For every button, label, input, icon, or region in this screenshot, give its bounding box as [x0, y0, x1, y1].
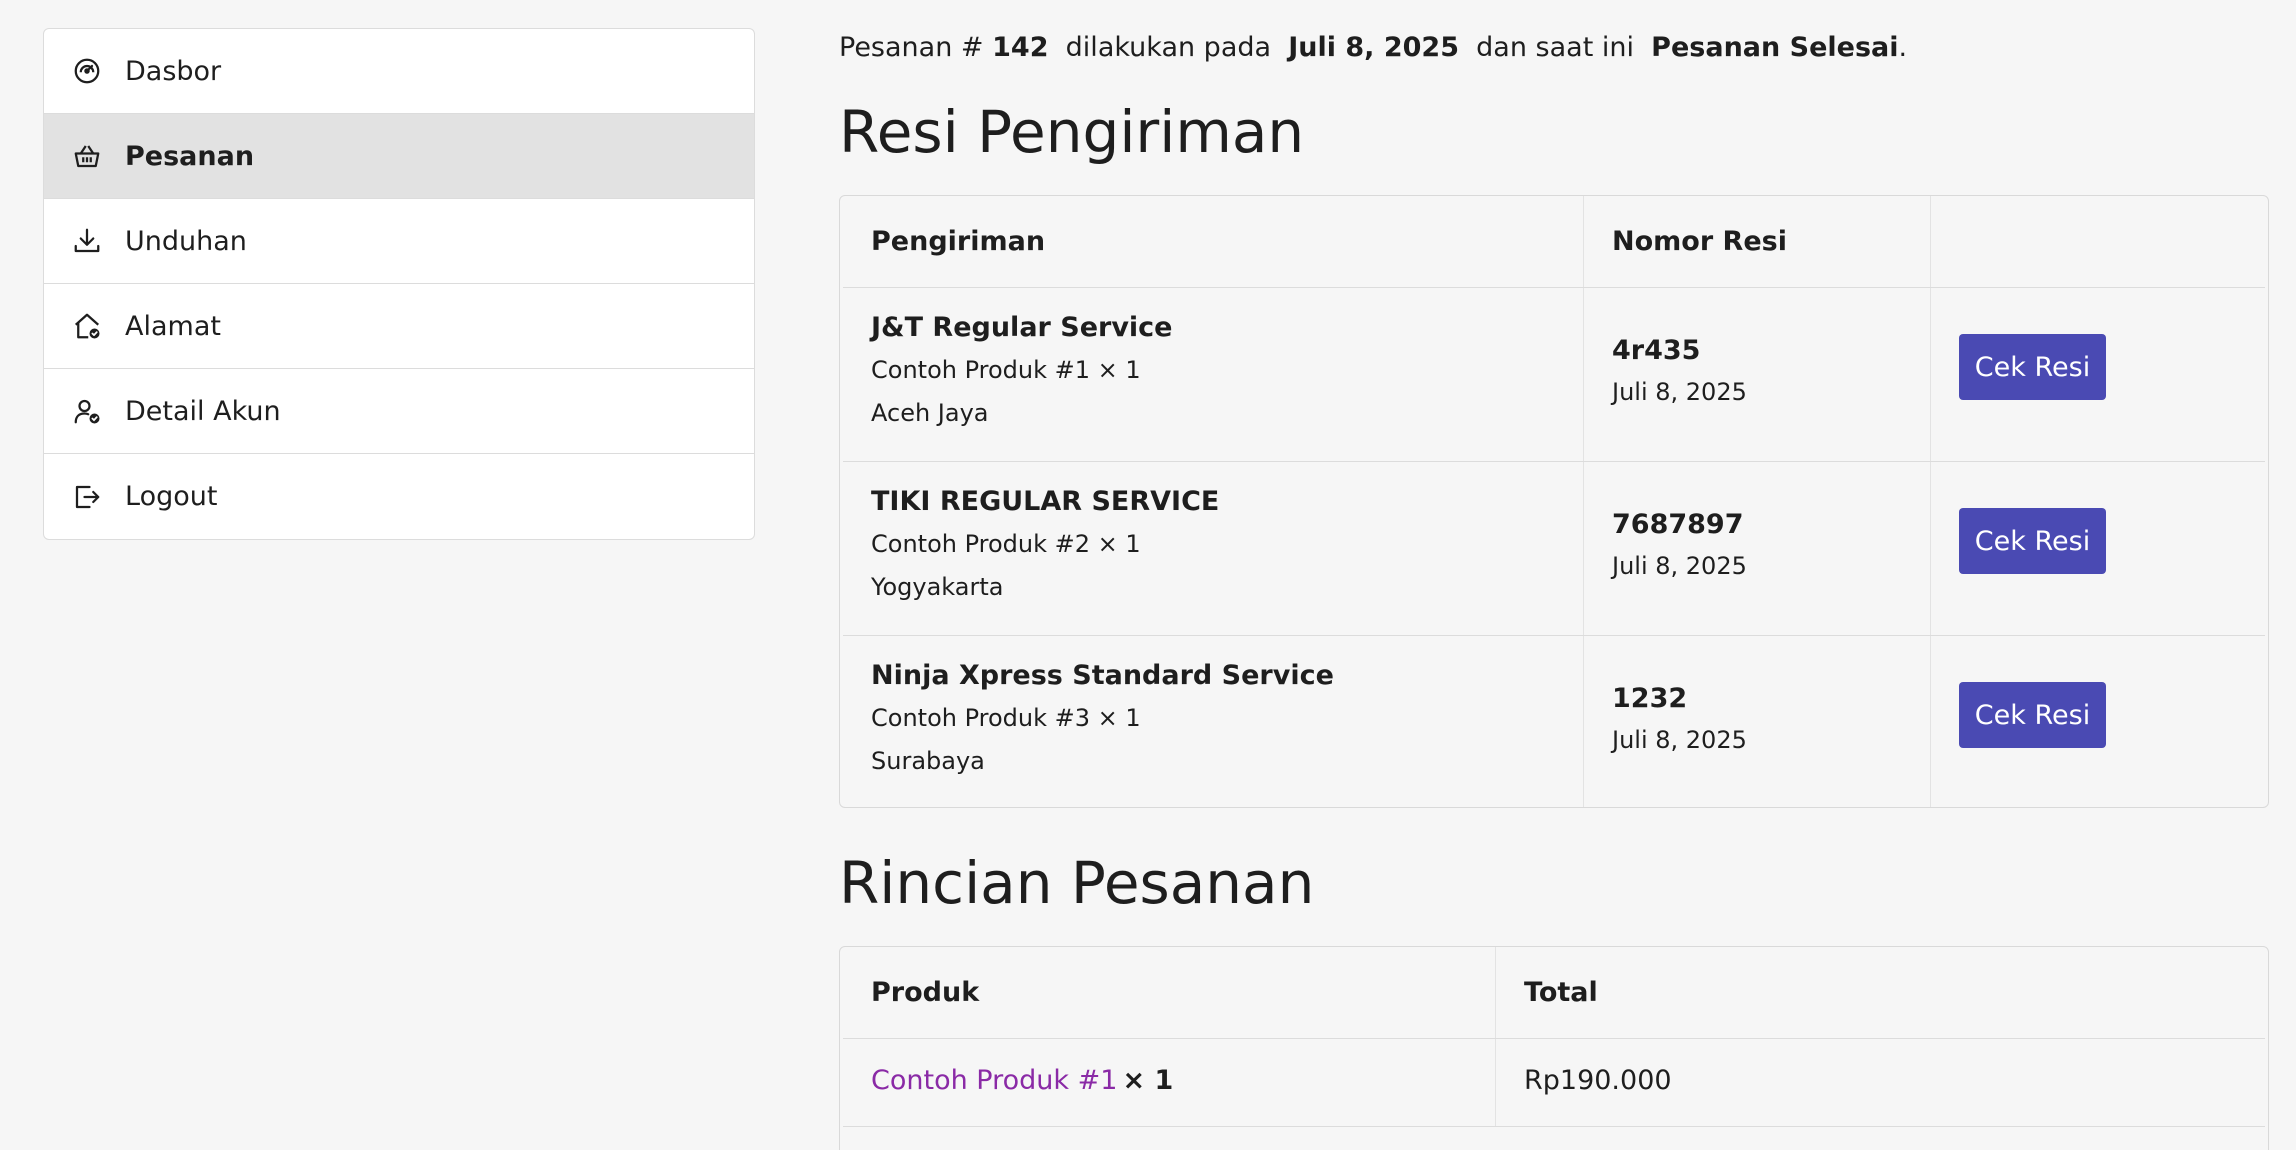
shipping-service: J&T Regular Service: [871, 312, 1173, 343]
shipping-service: Ninja Xpress Standard Service: [871, 660, 1334, 691]
shipping-row: TIKI REGULAR SERVICE Contoh Produk #2 × …: [843, 462, 2265, 636]
header-product: Produk: [871, 977, 980, 1008]
tracking-number: 1232: [1612, 683, 1688, 714]
tracking-date: Juli 8, 2025: [1612, 378, 1747, 406]
shipping-city: Aceh Jaya: [871, 399, 989, 427]
sidebar-item-dasbor[interactable]: Dasbor: [44, 29, 754, 114]
account-sidebar: Dasbor Pesanan Unduhan Alamat Detail Aku…: [43, 28, 755, 540]
cek-resi-button[interactable]: Cek Resi: [1959, 334, 2106, 400]
details-header-row: Produk Total: [843, 947, 2265, 1039]
shipping-row: J&T Regular Service Contoh Produk #1 × 1…: [843, 288, 2265, 462]
page: Dasbor Pesanan Unduhan Alamat Detail Aku…: [0, 0, 2296, 1150]
sidebar-item-label: Dasbor: [125, 55, 222, 87]
order-status: Pesanan Selesai: [1651, 32, 1899, 63]
tracking-date: Juli 8, 2025: [1612, 726, 1747, 754]
shipping-product: Contoh Produk #3 × 1: [871, 704, 1141, 732]
sidebar-item-label: Detail Akun: [125, 395, 281, 427]
cek-resi-button[interactable]: Cek Resi: [1959, 508, 2106, 574]
header-shipping: Pengiriman: [871, 226, 1046, 257]
dashboard-icon: [71, 55, 103, 87]
product-total: Rp190.000: [1524, 1065, 1672, 1096]
shipping-row: Ninja Xpress Standard Service Contoh Pro…: [843, 636, 2265, 807]
order-status-prefix: dan saat ini: [1476, 32, 1634, 63]
tracking-number: 4r435: [1612, 335, 1701, 366]
product-link[interactable]: Contoh Produk #1: [871, 1065, 1117, 1096]
product-qty: × 1: [1122, 1065, 1174, 1096]
sidebar-item-label: Pesanan: [125, 140, 255, 172]
cek-resi-button[interactable]: Cek Resi: [1959, 682, 2106, 748]
header-total: Total: [1524, 977, 1598, 1008]
shipping-header-row: Pengiriman Nomor Resi: [843, 196, 2265, 288]
order-details-table: Produk Total Contoh Produk #1 × 1 Rp190.…: [839, 946, 2269, 1150]
shipping-service: TIKI REGULAR SERVICE: [871, 486, 1220, 517]
download-icon: [71, 225, 103, 257]
order-details-title: Rincian Pesanan: [839, 849, 1315, 917]
home-check-icon: [71, 310, 103, 342]
basket-icon: [71, 140, 103, 172]
shipping-section-title: Resi Pengiriman: [839, 98, 1305, 166]
sidebar-item-label: Logout: [125, 481, 218, 512]
shipping-product: Contoh Produk #2 × 1: [871, 530, 1141, 558]
details-row: Contoh Produk #1 × 1 Rp190.000: [843, 1039, 2265, 1127]
order-number: 142: [992, 32, 1049, 63]
shipping-city: Surabaya: [871, 747, 985, 775]
tracking-number: 7687897: [1612, 509, 1744, 540]
details-product-cell: Contoh Produk #1 × 1: [871, 1065, 1173, 1096]
order-date: Juli 8, 2025: [1288, 32, 1459, 63]
tracking-date: Juli 8, 2025: [1612, 552, 1747, 580]
order-summary: Pesanan # 142 dilakukan pada Juli 8, 202…: [839, 32, 1907, 63]
sidebar-item-logout[interactable]: Logout: [44, 454, 754, 539]
sidebar-item-detail-akun[interactable]: Detail Akun: [44, 369, 754, 454]
sidebar-item-alamat[interactable]: Alamat: [44, 284, 754, 369]
order-placed-text: dilakukan pada: [1065, 32, 1272, 63]
sidebar-item-unduhan[interactable]: Unduhan: [44, 199, 754, 284]
shipping-table: Pengiriman Nomor Resi J&T Regular Servic…: [839, 195, 2269, 808]
user-check-icon: [71, 395, 103, 427]
sidebar-item-pesanan[interactable]: Pesanan: [44, 114, 754, 199]
order-prefix: Pesanan #: [839, 32, 984, 63]
logout-icon: [71, 481, 103, 513]
order-suffix: .: [1898, 32, 1908, 63]
header-tracking: Nomor Resi: [1612, 226, 1787, 257]
shipping-city: Yogyakarta: [871, 573, 1004, 601]
shipping-product: Contoh Produk #1 × 1: [871, 356, 1141, 384]
sidebar-item-label: Unduhan: [125, 225, 247, 257]
sidebar-item-label: Alamat: [125, 310, 221, 342]
